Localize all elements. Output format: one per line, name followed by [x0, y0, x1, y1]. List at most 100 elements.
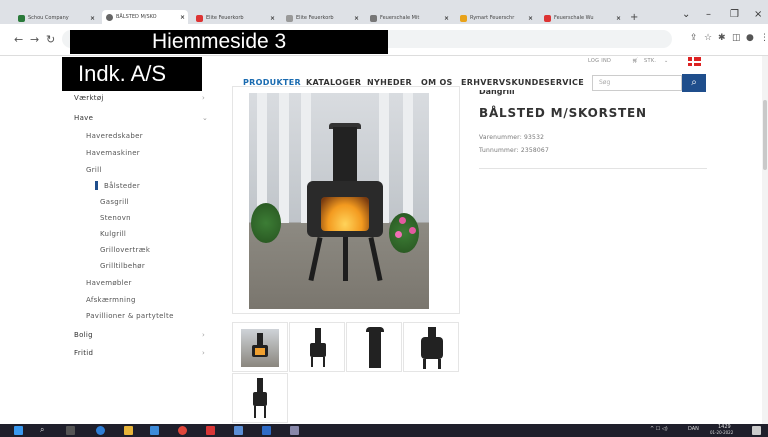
close-window-button[interactable]: ×: [754, 9, 762, 20]
product-thumbnails: [232, 322, 460, 423]
sidebar-item-kulgrill[interactable]: Kulgrill: [100, 230, 126, 238]
edge-icon[interactable]: [96, 426, 105, 435]
favicon-icon: [106, 13, 113, 21]
tray-icons[interactable]: ^ ☐ ◁): [650, 426, 668, 432]
favicon-icon: [544, 14, 551, 22]
restore-button[interactable]: ❐: [730, 9, 739, 20]
search-icon[interactable]: ⌕: [40, 425, 49, 434]
sidebar-item-label: Fritid: [74, 349, 94, 357]
sidebar-item-stenovn[interactable]: Stenovn: [100, 214, 131, 222]
task-view-icon[interactable]: [66, 426, 75, 435]
close-icon[interactable]: ×: [528, 15, 533, 22]
close-icon[interactable]: ×: [444, 15, 449, 22]
sidebar-item-bolig[interactable]: Bolig ›: [74, 331, 205, 339]
sidebar-item-havemoebler[interactable]: Havemøbler: [86, 279, 132, 287]
browser-tab[interactable]: Elite Feuerkorb ×: [282, 12, 362, 24]
sidebar-item-baalsteder[interactable]: Bålsteder: [104, 182, 140, 190]
tab-title: Elite Feuerkorb: [296, 15, 334, 21]
thumbnail[interactable]: [232, 322, 288, 372]
outlook-icon[interactable]: [262, 426, 271, 435]
sidebar-item-label: Værktøj: [74, 94, 104, 102]
search-button[interactable]: ⌕: [682, 74, 706, 92]
thumbnail[interactable]: [232, 373, 288, 423]
language-indicator[interactable]: DAN: [688, 426, 699, 432]
clock-date[interactable]: 01-20-2022: [710, 430, 733, 435]
tab-search-icon[interactable]: ⌄: [682, 9, 690, 20]
close-icon[interactable]: ×: [270, 15, 275, 22]
sidebar-item-grilltilbehoer[interactable]: Grilltilbehør: [100, 262, 145, 270]
os-taskbar: ⌕ ^ ☐ ◁) DAN 1429 01-20-2022: [0, 424, 768, 437]
sidebar-item-grill[interactable]: Grill: [86, 166, 102, 174]
teams-icon[interactable]: [234, 426, 243, 435]
favicon-icon: [286, 14, 293, 22]
favicon-icon: [18, 14, 25, 22]
search-icon: ⌕: [691, 77, 697, 88]
notification-icon[interactable]: [752, 426, 761, 435]
nav-service[interactable]: SERVICE: [544, 78, 584, 87]
tab-title: Schou Company: [28, 15, 69, 21]
reload-button[interactable]: ↻: [46, 33, 55, 46]
forward-button[interactable]: →: [30, 33, 39, 46]
login-link[interactable]: LOG IND: [588, 58, 611, 64]
product-title: BÅLSTED M/SKORSTEN: [479, 106, 647, 120]
chevron-right-icon: ›: [202, 94, 206, 102]
search-placeholder: Søg: [599, 79, 611, 86]
favicon-icon: [460, 14, 467, 22]
browser-tab[interactable]: Rymart Feuerschr ×: [456, 12, 536, 24]
close-icon[interactable]: ×: [180, 14, 185, 21]
mail-icon[interactable]: [150, 426, 159, 435]
cart-icon[interactable]: 🛒︎: [632, 58, 639, 64]
chrome-icon[interactable]: [178, 426, 187, 435]
acrobat-icon[interactable]: [206, 426, 215, 435]
tab-title: Elite Feuerkorb: [206, 15, 244, 21]
menu-icon[interactable]: ⋮: [760, 33, 768, 43]
language-flag-icon[interactable]: [688, 57, 701, 66]
close-icon[interactable]: ×: [354, 15, 359, 22]
chevron-down-icon: ⌄: [664, 58, 669, 64]
sidebar-item-gasgrill[interactable]: Gasgrill: [100, 198, 129, 206]
file-explorer-icon[interactable]: [124, 426, 133, 435]
sidepanel-icon[interactable]: ◫: [732, 33, 741, 43]
url-redaction: Hiemmeside 3: [70, 30, 388, 54]
new-tab-button[interactable]: +: [630, 12, 638, 23]
divider: [479, 168, 707, 169]
sidebar-item-haveredskaber[interactable]: Haveredskaber: [86, 132, 143, 140]
extensions-icon[interactable]: ✱: [718, 33, 726, 43]
back-button[interactable]: ←: [14, 33, 23, 46]
browser-tab[interactable]: Schou Company ×: [14, 12, 98, 24]
close-icon[interactable]: ×: [90, 15, 95, 22]
browser-tab-bar: Schou Company × BÅLSTED M/SKO × Elite Fe…: [0, 0, 768, 24]
app-icon[interactable]: [290, 426, 299, 435]
sidebar-item-vaerktoej[interactable]: Værktøj ›: [74, 94, 205, 102]
browser-tab-active[interactable]: BÅLSTED M/SKO ×: [102, 10, 188, 24]
sidebar-item-grillovertraek[interactable]: Grillovertræk: [100, 246, 150, 254]
browser-tab[interactable]: Feuerschale Wu ×: [540, 12, 624, 24]
search-input[interactable]: Søg: [592, 75, 682, 91]
product-photo: [249, 93, 429, 309]
thumbnail[interactable]: [289, 322, 345, 372]
product-varenummer: Varenummer: 93532: [479, 134, 545, 141]
tab-title: Rymart Feuerschr: [470, 15, 515, 21]
browser-tab[interactable]: Elite Feuerkorb ×: [192, 12, 278, 24]
thumbnail[interactable]: [346, 322, 402, 372]
scrollbar-thumb[interactable]: [763, 100, 767, 170]
browser-tab[interactable]: Feuerschale Mit ×: [366, 12, 452, 24]
thumbnail[interactable]: [403, 322, 459, 372]
minimize-button[interactable]: –: [706, 9, 711, 20]
product-main-image[interactable]: [232, 86, 460, 314]
sidebar-item-have[interactable]: Have ⌄: [74, 114, 208, 122]
sidebar-item-havemaskiner[interactable]: Havemaskiner: [86, 149, 140, 157]
favicon-icon: [370, 14, 377, 22]
cart-link[interactable]: STK.: [644, 58, 656, 64]
brand-name: Dangrill: [479, 90, 515, 96]
profile-icon[interactable]: ●: [746, 33, 754, 43]
sidebar-item-fritid[interactable]: Fritid ›: [74, 349, 205, 357]
sidebar-item-pavillioner[interactable]: Pavillioner & partytelte: [86, 312, 174, 320]
nav-erhvervskunde[interactable]: ERHVERVSKUNDE: [461, 78, 544, 87]
windows-start-icon[interactable]: [14, 426, 23, 435]
selected-indicator: [95, 181, 98, 190]
close-icon[interactable]: ×: [616, 15, 621, 22]
sidebar-item-afskaermning[interactable]: Afskærmning: [86, 296, 136, 304]
star-icon[interactable]: ☆: [704, 33, 712, 43]
share-icon[interactable]: ⇪: [690, 33, 698, 43]
